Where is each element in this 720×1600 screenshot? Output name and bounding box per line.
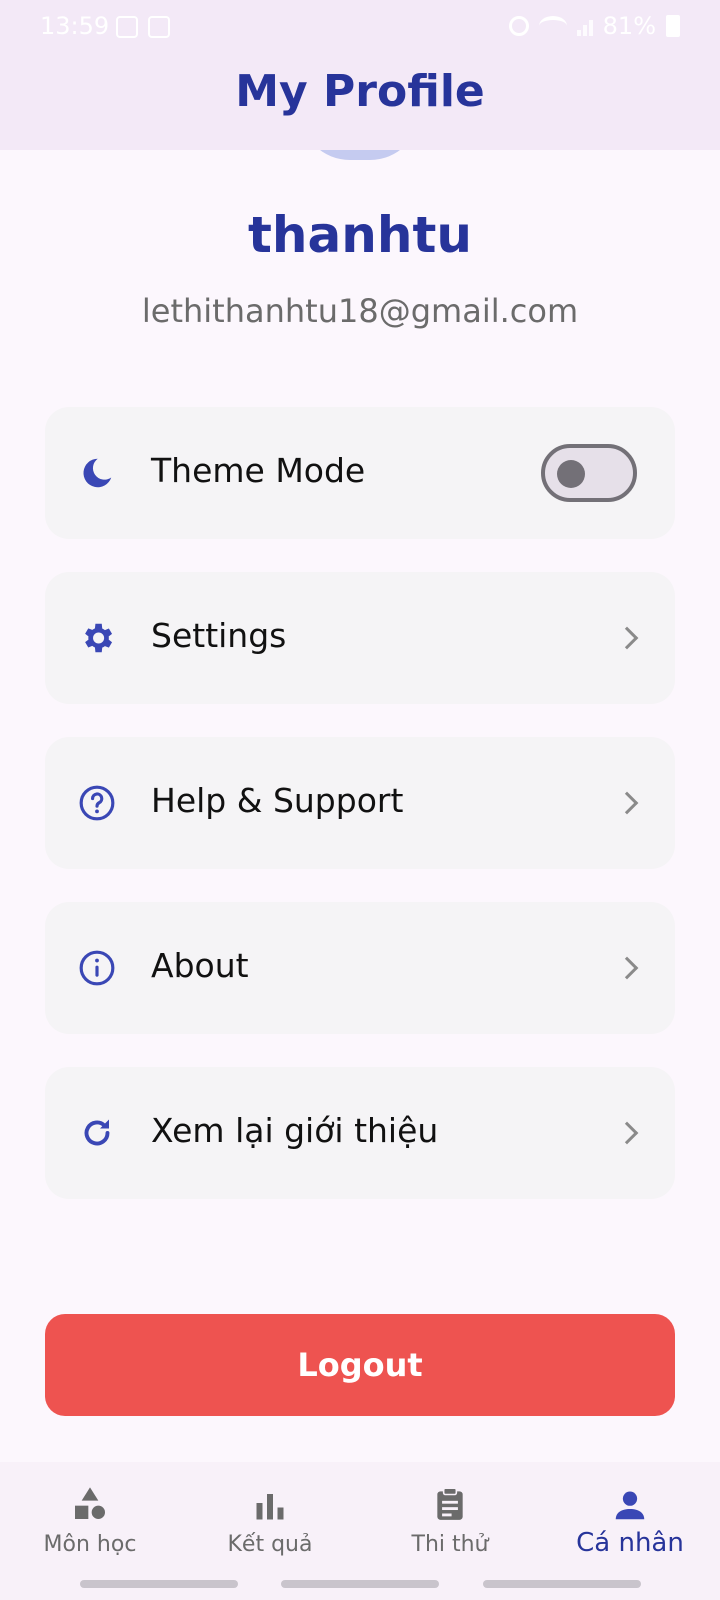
help-circle-icon [77, 783, 117, 823]
nav-item-ket-qua[interactable]: Kết quả [180, 1480, 360, 1557]
gesture-bar [281, 1580, 439, 1588]
menu-item-help-support[interactable]: Help & Support [45, 737, 675, 869]
top-app-bar: 13:59 81% My Profile [0, 0, 720, 150]
app-notification-icon [148, 16, 170, 38]
chevron-right-icon [615, 791, 639, 815]
menu-item-about[interactable]: About [45, 902, 675, 1034]
chevron-right-icon [615, 1121, 639, 1145]
info-circle-icon [77, 948, 117, 988]
nav-item-mon-hoc[interactable]: Môn học [0, 1480, 180, 1557]
menu-item-label: Help & Support [151, 781, 404, 820]
bar-chart-icon [180, 1480, 360, 1524]
toggle-knob [557, 460, 585, 488]
nav-label: Thi thử [411, 1532, 489, 1557]
status-time: 13:59 [40, 12, 110, 40]
nav-label: Cá nhân [576, 1528, 684, 1558]
battery-level: 81% [602, 12, 656, 40]
menu-item-label: Settings [151, 616, 287, 655]
status-bar: 13:59 81% [0, 10, 720, 46]
shapes-icon [0, 1480, 180, 1524]
nav-label: Môn học [43, 1532, 137, 1557]
alarm-icon [508, 16, 529, 36]
chevron-right-icon [615, 956, 639, 980]
clipboard-icon [360, 1480, 540, 1524]
menu-item-label: About [151, 946, 249, 985]
battery-icon [666, 15, 680, 37]
moon-icon [77, 453, 117, 493]
menu-item-replay-intro[interactable]: Xem lại giới thiệu [45, 1067, 675, 1199]
page-title: My Profile [235, 66, 485, 117]
logout-button[interactable]: Logout [45, 1314, 675, 1416]
menu-item-label: Xem lại giới thiệu [151, 1111, 439, 1150]
menu-item-settings[interactable]: Settings [45, 572, 675, 704]
gesture-bar [483, 1580, 641, 1588]
person-icon [540, 1480, 720, 1524]
wifi-icon [538, 16, 567, 36]
refresh-icon [77, 1113, 117, 1153]
menu-item-theme-mode[interactable]: Theme Mode [45, 407, 675, 539]
gesture-bar [80, 1580, 238, 1588]
menu-item-label: Theme Mode [151, 451, 366, 490]
nav-item-ca-nhan[interactable]: Cá nhân [540, 1480, 720, 1558]
nav-item-thi-thu[interactable]: Thi thử [360, 1480, 540, 1557]
nav-label: Kết quả [227, 1532, 313, 1557]
chevron-right-icon [615, 626, 639, 650]
profile-email: lethithanhtu18@gmail.com [141, 292, 579, 330]
signal-icon [576, 16, 593, 36]
profile-username: thanhtu [248, 206, 472, 264]
gallery-notification-icon [116, 16, 138, 38]
bottom-navigation: Môn học Kết quả Thi thử Cá nhân [0, 1462, 720, 1600]
theme-mode-toggle[interactable] [541, 444, 637, 502]
gear-icon [77, 618, 117, 658]
